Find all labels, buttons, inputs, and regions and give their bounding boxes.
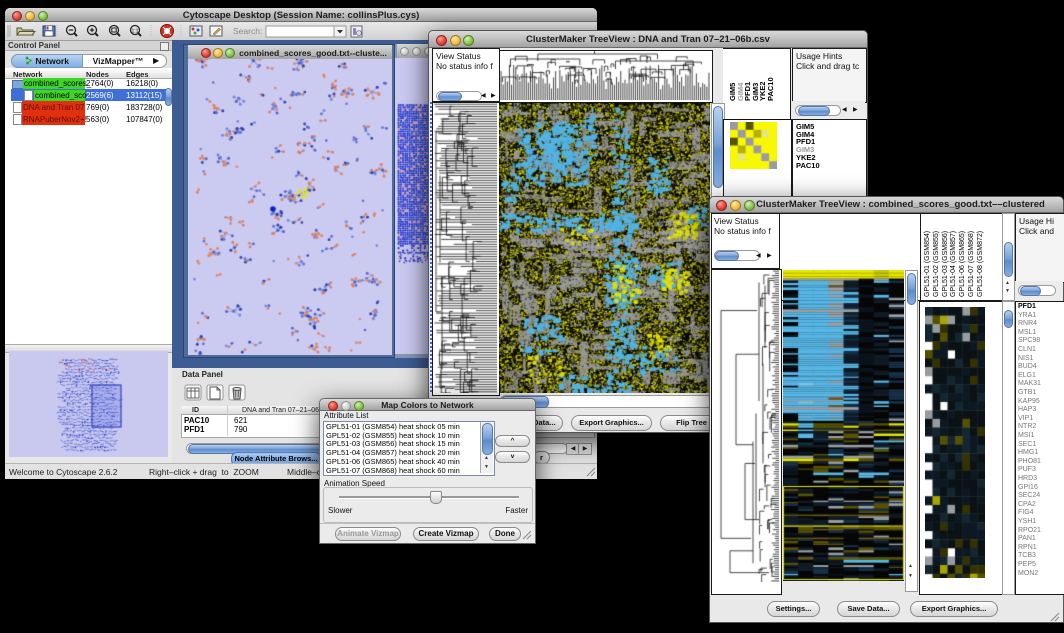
svg-text:1:1: 1:1: [132, 29, 139, 35]
svg-text:Search:: Search:: [233, 26, 262, 36]
